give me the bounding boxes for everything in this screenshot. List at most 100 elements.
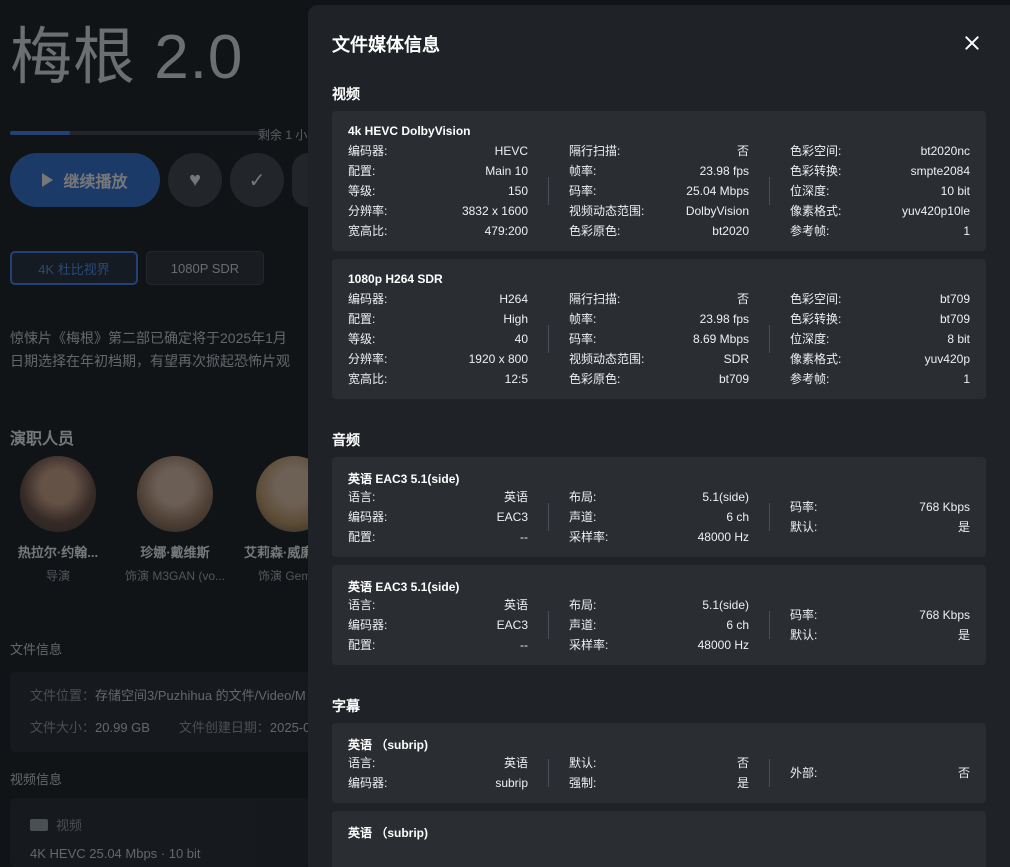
- version-chip-4k[interactable]: 4K 杜比视界: [10, 251, 138, 285]
- info-value: 英语: [503, 598, 528, 612]
- cast-member[interactable]: 热拉尔·约翰... 导演: [0, 456, 116, 584]
- info-value: smpte2084: [910, 164, 970, 178]
- file-info-box: 文件位置：存储空间3/Puzhihua 的文件/Video/M 文件大小：20.…: [10, 672, 310, 752]
- track-info-row: 配置: --: [348, 527, 528, 547]
- check-icon: ✓: [248, 169, 266, 192]
- track-info-row: 码率: 768 Kbps: [790, 605, 970, 625]
- continue-play-button[interactable]: 继续播放: [10, 153, 160, 207]
- info-label: 采样率:: [569, 638, 609, 652]
- info-value: 英语: [503, 756, 528, 770]
- info-value: 23.98 fps: [699, 312, 749, 326]
- info-label: 帧率:: [569, 312, 597, 326]
- track-title: 英语 EAC3 5.1(side): [348, 580, 460, 594]
- info-value: 5.1(side): [702, 490, 749, 504]
- info-value: 3832 x 1600: [461, 204, 528, 218]
- audio-section-heading: 音频: [332, 432, 360, 448]
- info-label: 分辨率:: [348, 204, 388, 218]
- info-value: yuv420p10le: [901, 204, 970, 218]
- info-label: 编码器:: [348, 618, 388, 632]
- info-label: 码率:: [569, 332, 597, 346]
- info-value: 10 bit: [940, 184, 970, 198]
- video-summary: 4K HEVC 25.04 Mbps · 10 bit: [30, 846, 201, 861]
- info-value: --: [520, 530, 528, 544]
- track-info-column: 语言: 英语 编码器: EAC3 配置: --: [348, 595, 528, 655]
- column-divider: [769, 611, 770, 639]
- info-value: 是: [957, 628, 970, 642]
- avatar: [256, 456, 308, 532]
- version-chip-1080p[interactable]: 1080P SDR: [146, 251, 264, 285]
- info-value: 23.98 fps: [699, 164, 749, 178]
- info-label: 编码器:: [348, 292, 388, 306]
- track-info-row: 采样率: 48000 Hz: [569, 527, 749, 547]
- info-label: 配置:: [348, 530, 376, 544]
- cast-member[interactable]: 珍娜·戴维斯 饰演 M3GAN (vo...: [117, 456, 233, 584]
- info-value: 40: [514, 332, 528, 346]
- info-value: subrip: [495, 776, 528, 790]
- info-label: 采样率:: [569, 530, 609, 544]
- track-info-row: 声道: 6 ch: [569, 507, 749, 527]
- track-info-row: 像素格式: yuv420p: [790, 349, 970, 369]
- info-label: 位深度:: [790, 332, 830, 346]
- track-info-row: 声道: 6 ch: [569, 615, 749, 635]
- track-info-row: 视频动态范围: DolbyVision: [569, 201, 749, 221]
- info-value: 否: [736, 756, 749, 770]
- info-label: 码率:: [790, 608, 818, 622]
- close-icon[interactable]: [960, 31, 984, 55]
- info-label: 强制:: [569, 776, 597, 790]
- info-value: SDR: [723, 352, 749, 366]
- mark-watched-button[interactable]: ✓: [230, 153, 284, 207]
- info-value: 8.69 Mbps: [692, 332, 749, 346]
- info-label: 视频动态范围:: [569, 204, 645, 218]
- file-location-label: 文件位置：: [30, 688, 96, 703]
- cast-name: 艾莉森·威廉: [244, 545, 308, 560]
- info-label: 默认:: [790, 628, 818, 642]
- track-info-column: 隔行扫描: 否帧率: 23.98 fps 码率: 8.69 Mbps 视频动态范围: SDR…: [569, 289, 749, 389]
- info-label: 像素格式:: [790, 204, 842, 218]
- column-divider: [548, 759, 549, 787]
- info-label: 布局:: [569, 598, 597, 612]
- info-label: 色彩原色:: [569, 372, 621, 386]
- info-value: EAC3: [496, 510, 528, 524]
- info-value: 5.1(side): [702, 598, 749, 612]
- track-info-row: 强制: 是: [569, 773, 749, 793]
- info-label: 色彩转换:: [790, 312, 842, 326]
- more-button[interactable]: [292, 153, 308, 207]
- audio-track-card: 英语 EAC3 5.1(side) 语言: 英语 编码器: EAC3 配置: -- 布局: 5.…: [332, 565, 986, 665]
- track-info-column: 色彩空间: bt709 色彩转换: bt709 位深度: 8 bit 像素格式: yuv420…: [790, 289, 970, 389]
- track-info-row: 配置: --: [348, 635, 528, 655]
- subtitle-section-heading: 字幕: [332, 698, 360, 714]
- favorite-button[interactable]: ♥: [168, 153, 222, 207]
- track-info-row: 分辨率: 3832 x 1600: [348, 201, 528, 221]
- info-value: HEVC: [494, 144, 528, 158]
- remaining-time: 剩余 1 小: [258, 128, 308, 142]
- track-info-column: 布局: 5.1(side) 声道: 6 ch 采样率: 48000 Hz: [569, 595, 749, 655]
- dialog-title: 文件媒体信息: [332, 35, 440, 55]
- info-value: 1920 x 800: [468, 352, 528, 366]
- info-value: 768 Kbps: [919, 500, 970, 514]
- info-label: 宽高比:: [348, 224, 388, 238]
- info-value: bt2020: [712, 224, 749, 238]
- column-divider: [548, 177, 549, 205]
- info-value: 48000 Hz: [697, 530, 749, 544]
- play-icon: [42, 173, 54, 187]
- track-info-row: 色彩转换: smpte2084: [790, 161, 970, 181]
- avatar: [137, 456, 213, 532]
- track-info-column: 语言: 英语 编码器: EAC3 配置: --: [348, 487, 528, 547]
- info-value: bt709: [939, 292, 970, 306]
- info-label: 语言:: [348, 490, 376, 504]
- info-value: bt709: [939, 312, 970, 326]
- info-value: 8 bit: [947, 332, 970, 346]
- info-value: bt709: [718, 372, 749, 386]
- info-value: 否: [736, 292, 749, 306]
- column-divider: [769, 503, 770, 531]
- info-label: 像素格式:: [790, 352, 842, 366]
- info-value: High: [503, 312, 528, 326]
- video-info-heading: 视频信息: [10, 772, 63, 787]
- track-info-row: 码率: 8.69 Mbps: [569, 329, 749, 349]
- cast-member[interactable]: 艾莉森·威廉 饰演 Gem: [234, 456, 308, 584]
- video-label-row: 视频: [30, 815, 82, 834]
- description-line: 日期选择在年初档期，有望再次掀起恐怖片观: [10, 353, 290, 369]
- info-value: 否: [957, 766, 970, 780]
- info-label: 等级:: [348, 332, 376, 346]
- track-info-row: 码率: 768 Kbps: [790, 497, 970, 517]
